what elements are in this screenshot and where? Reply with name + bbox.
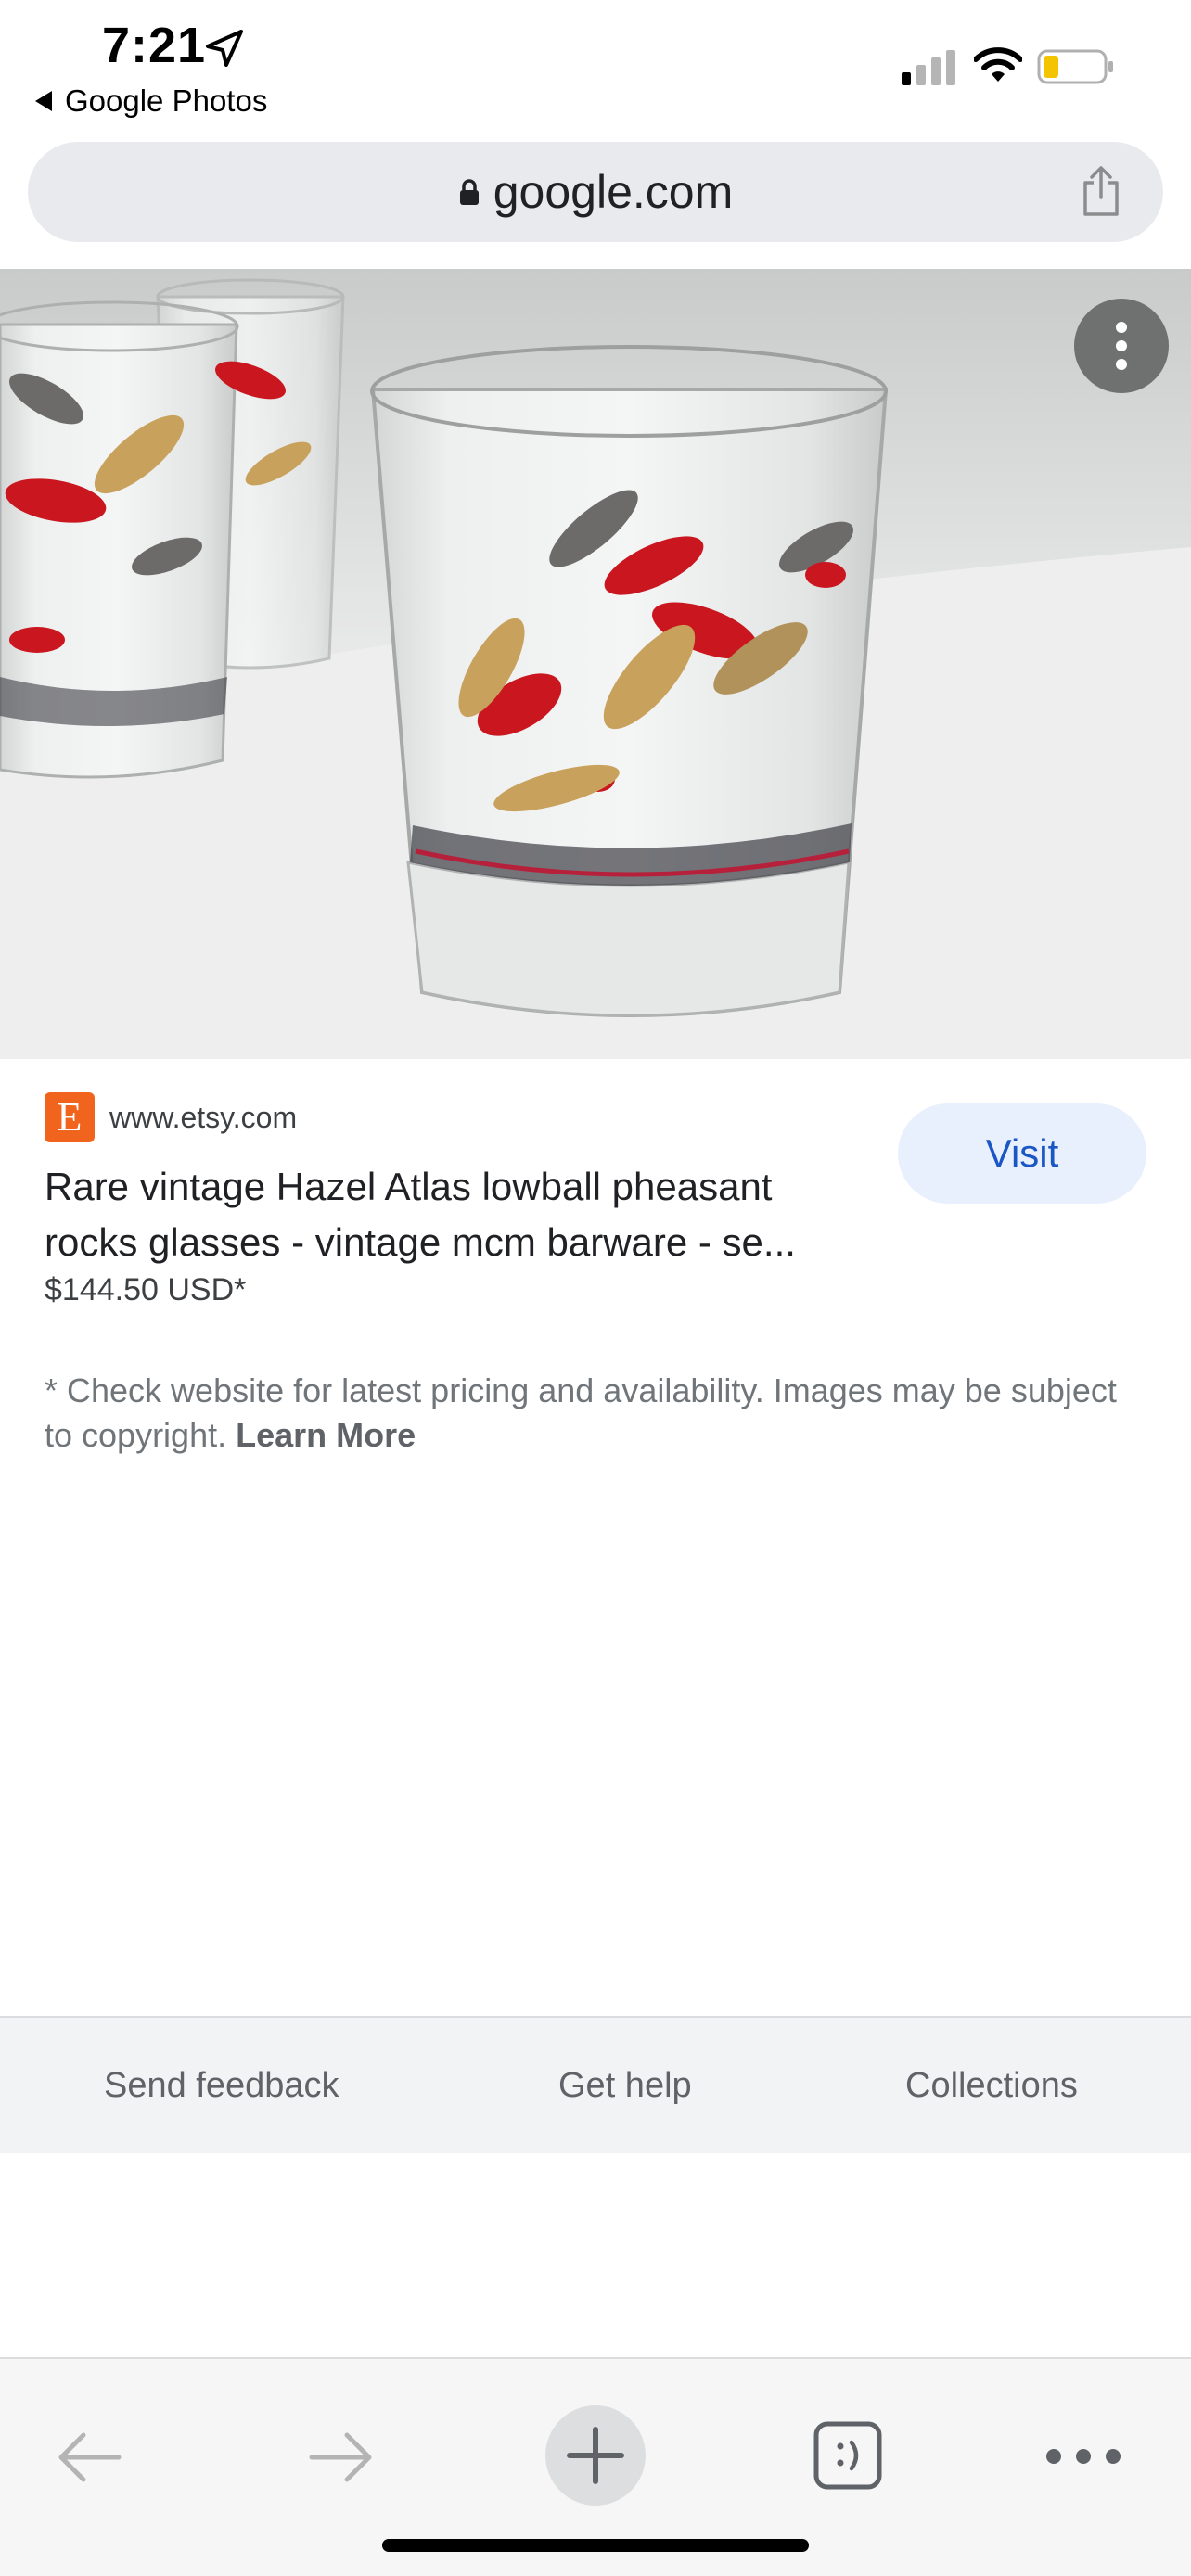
result-price: $144.50 USD* [45, 1272, 247, 1307]
new-tab-icon [567, 2427, 624, 2484]
home-indicator[interactable] [382, 2539, 809, 2552]
status-time: 7:21 [102, 18, 207, 73]
signal-icon [902, 50, 955, 85]
url-text: google.com [493, 166, 734, 218]
back-arrow-icon[interactable] [52, 2420, 126, 2494]
collections-link[interactable]: Collections [905, 2066, 1078, 2106]
new-tab-button[interactable] [545, 2405, 646, 2506]
back-triangle-icon [35, 91, 52, 111]
result-title[interactable]: Rare vintage Hazel Atlas lowball pheasan… [45, 1159, 861, 1270]
location-arrow-icon [206, 30, 243, 67]
status-bar: 7:21 Google Photos [0, 0, 1191, 130]
send-feedback-link[interactable]: Send feedback [104, 2066, 339, 2106]
pheasant-glasses-image [0, 278, 1191, 1059]
back-to-app-link[interactable]: Google Photos [35, 83, 267, 119]
learn-more-link[interactable]: Learn More [236, 1416, 416, 1454]
visit-button[interactable]: Visit [898, 1103, 1146, 1204]
product-image[interactable] [0, 269, 1191, 1059]
disclaimer-text: * Check website for latest pricing and a… [45, 1371, 1117, 1454]
more-vert-icon[interactable] [1074, 299, 1169, 393]
source-row[interactable]: E www.etsy.com [45, 1092, 297, 1142]
lock-icon [459, 179, 479, 205]
back-app-label: Google Photos [65, 83, 268, 118]
disclaimer: * Check website for latest pricing and a… [45, 1369, 1148, 1458]
etsy-logo-icon: E [45, 1092, 95, 1142]
battery-icon [1037, 49, 1113, 84]
source-site: www.etsy.com [109, 1100, 298, 1134]
wifi-icon [974, 47, 1022, 82]
address-bar[interactable]: google.com [28, 142, 1163, 242]
share-icon[interactable] [1078, 164, 1124, 218]
menu-dots-icon[interactable] [1044, 2442, 1122, 2470]
footer-links: Send feedback Get help Collections [0, 2016, 1191, 2153]
forward-arrow-icon[interactable] [304, 2420, 378, 2494]
get-help-link[interactable]: Get help [558, 2066, 692, 2106]
tabs-icon[interactable] [813, 2418, 883, 2493]
